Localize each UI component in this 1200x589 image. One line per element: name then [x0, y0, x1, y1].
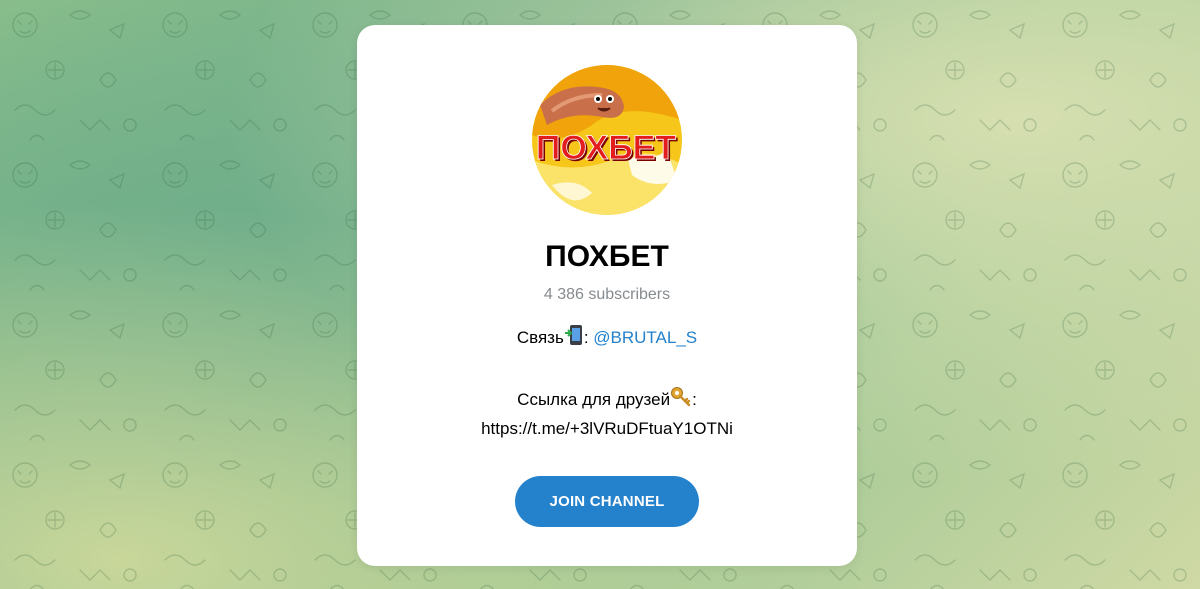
channel-avatar-image: ПОХБЕТ ПОХБЕТ — [532, 65, 682, 215]
friends-label: Ссылка для друзей — [517, 390, 671, 409]
contact-handle-link[interactable]: @BRUTAL_S — [593, 328, 697, 347]
description-contact-line: Связь: @BRUTAL_S — [377, 324, 837, 352]
channel-avatar: ПОХБЕТ ПОХБЕТ — [532, 65, 682, 215]
subscriber-count: 4 386 subscribers — [543, 286, 671, 303]
description-friends-line: Ссылка для друзей: — [377, 386, 837, 414]
mobile-phone-arrow-icon — [564, 324, 584, 352]
channel-card: ПОХБЕТ ПОХБЕТ ПОХБЕТ 4 386 subscribers С… — [357, 25, 857, 566]
avatar-logo-text: ПОХБЕТ — [536, 129, 676, 167]
contact-label: Связь — [516, 328, 564, 347]
contact-separator: : — [583, 328, 594, 347]
channel-title: ПОХБЕТ — [545, 240, 669, 273]
join-channel-button[interactable]: JOIN CHANNEL — [515, 476, 699, 527]
invite-link-text: https://t.me/+3lVRuDFtuaY1OTNi — [481, 419, 733, 438]
key-icon — [670, 386, 692, 414]
friends-colon: : — [692, 390, 697, 409]
